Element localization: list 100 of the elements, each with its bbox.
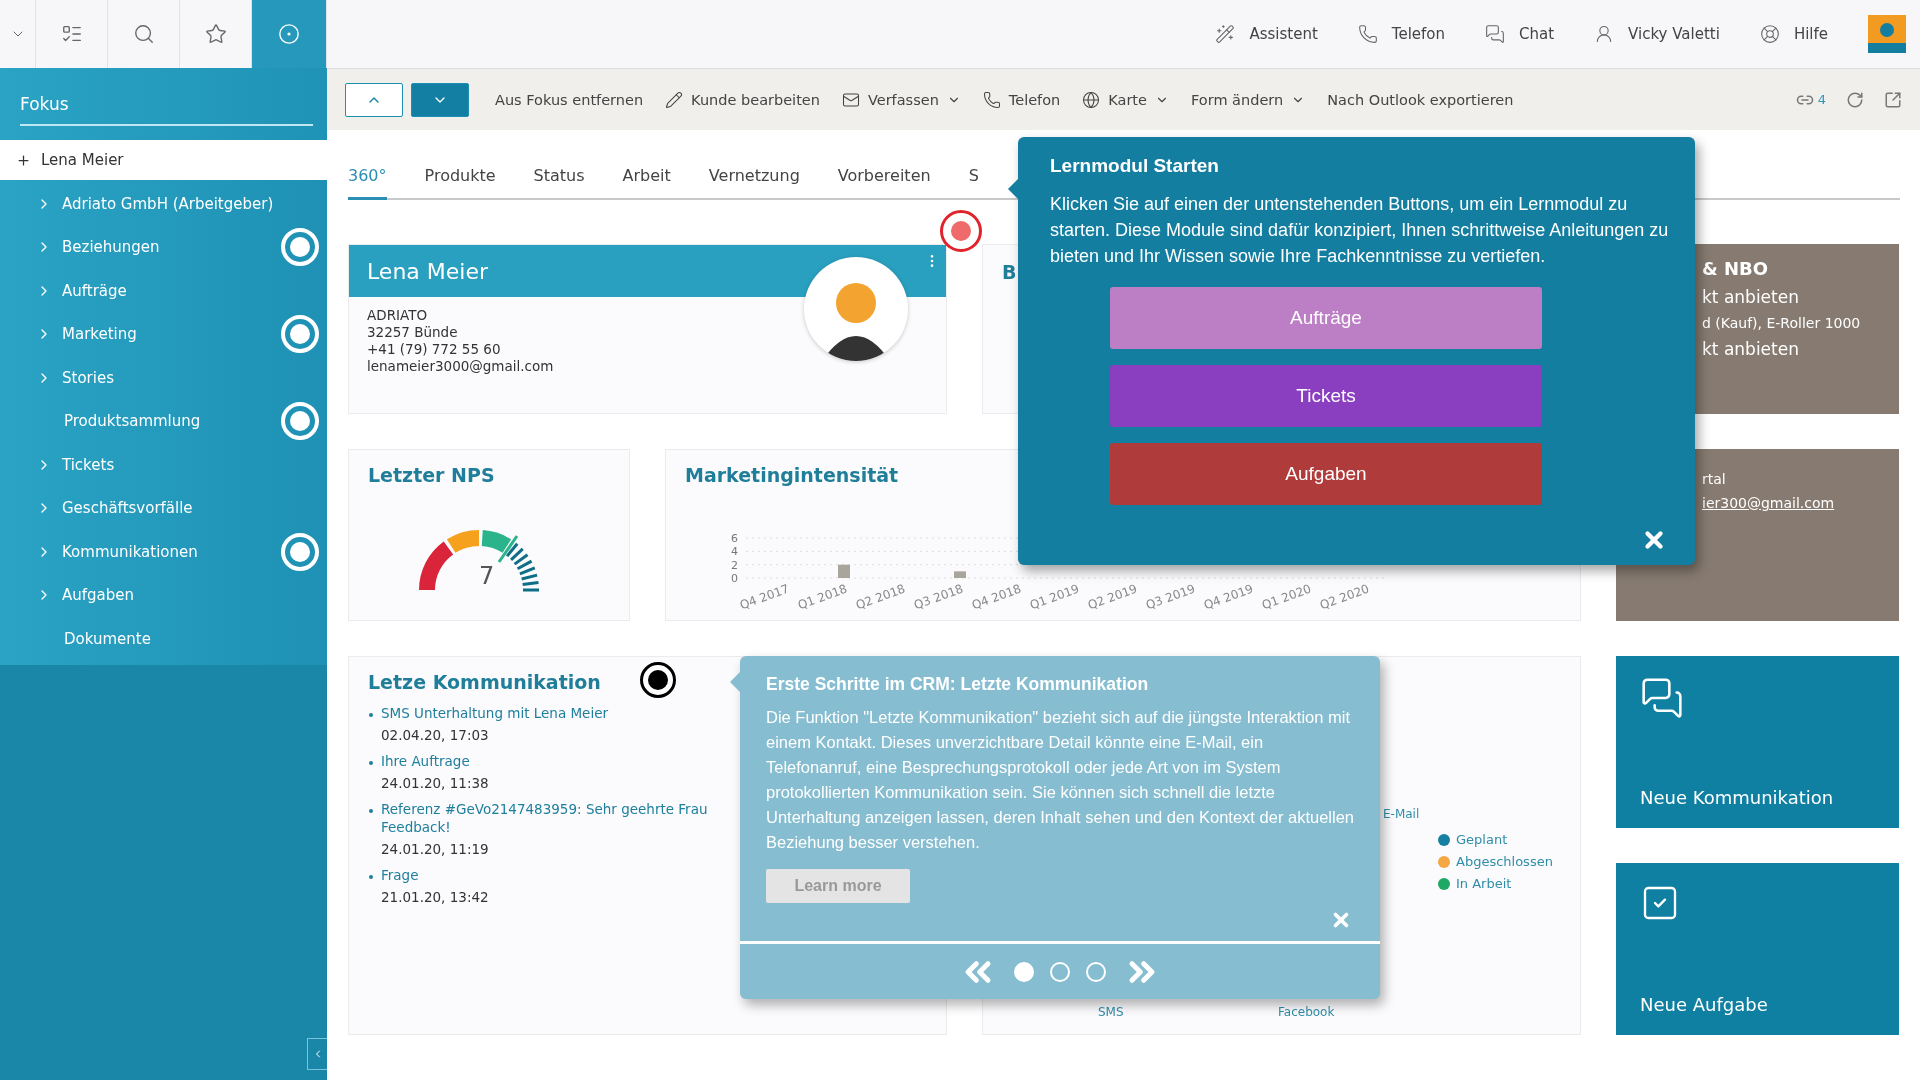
collapse-button[interactable] [307,1038,327,1070]
sidebar-item[interactable]: Produktsammlung [0,399,327,443]
previous-button[interactable] [345,82,403,117]
phone-icon [1357,24,1378,44]
tab[interactable]: Arbeit [622,166,671,200]
star-icon [204,23,227,45]
target-marker-icon[interactable] [281,532,319,571]
communication-link[interactable]: Frage [369,867,419,883]
contact-detail: lenameier3000@gmail.com [367,358,555,374]
plus-icon [16,152,31,168]
sidebar-item[interactable]: Beziehungen [0,225,327,269]
toolbar-action[interactable]: Telefon [982,90,1061,109]
x-tick-label: Q4 2019 [1201,581,1256,613]
toolbar-action[interactable]: Verfassen [841,90,961,109]
step-dot[interactable] [1014,961,1034,982]
x-tick-label: Q1 2019 [1027,581,1082,613]
legend-item: In Arbeit [1438,876,1553,891]
communication-date: 21.01.20, 13:42 [381,889,489,905]
module-button[interactable]: Tickets [1110,365,1542,427]
topbar-link[interactable]: Assistent [1215,24,1318,44]
topbar-link[interactable]: Hilfe [1759,24,1828,44]
card-title: Marketingintensität [684,463,899,486]
toolbar-action[interactable]: Aus Fokus entfernen [495,91,644,108]
module-button[interactable]: Aufgaben [1110,443,1542,505]
communication-link[interactable]: Referenz #GeVo2147483959: Sehr geehrte Frau [369,801,708,817]
y-tick-label: 0 [731,572,738,585]
card-title: Letzter NPS [367,463,495,486]
quick-action-tile[interactable]: Neue Aufgabe [1616,863,1899,1035]
card-title: Letze Kommunikation [367,670,601,693]
toolbar-action[interactable]: Nach Outlook exportieren [1327,91,1514,108]
sidebar-item[interactable]: Geschäftsvorfälle [0,486,327,530]
y-tick-label: 4 [731,545,738,559]
tab[interactable]: Vernetzung [708,166,800,200]
topbar-link[interactable]: Chat [1485,24,1555,44]
quick-action-tile[interactable]: Neue Kommunikation [1616,656,1899,828]
sidebar-item[interactable]: Aufgaben [0,573,327,617]
sidebar-item[interactable]: Aufträge [0,269,327,313]
axis-label: SMS [1098,1005,1124,1019]
sidebar-item[interactable]: Marketing [0,312,327,356]
tab[interactable]: S [968,166,979,200]
target-icon [278,23,300,45]
toolbar-action[interactable]: Form ändern [1191,91,1306,108]
email-link[interactable]: ier300@gmail.com [1702,495,1889,511]
communication-link[interactable]: Ihre Auftrage [369,753,470,769]
target-marker-icon[interactable] [281,315,319,354]
toolbar-action[interactable]: Karte [1082,90,1169,109]
card-title: B [1001,260,1017,283]
offer-text: kt anbieten [1702,339,1800,359]
sidebar-item[interactable]: Stories [0,356,327,400]
lifebuoy-icon [1759,24,1780,44]
nps-value: 7 [479,562,495,590]
section-title: Fokus [20,94,313,126]
sidebar-item[interactable]: Tickets [0,443,327,487]
tab[interactable]: 360° [348,166,387,200]
popup-text: Klicken Sie auf einen der untenstehenden Buttons, um ein Lernmodul zu starten. Diese Module sind dafür konzipiert, Ihnen schrittweise Anleitungen zu bieten und Ihr Wissen sowie Ihre Fachkenntnisse zu vertiefen. [1050,193,1670,268]
avatar-icon[interactable] [1868,15,1906,53]
tour-marker-icon[interactable] [940,210,982,252]
portal-text: rtal [1702,471,1727,487]
communication-date: 24.01.20, 11:38 [381,775,489,791]
module-button[interactable]: Aufträge [1110,287,1542,349]
phone-icon [982,90,1001,109]
target-marker-icon[interactable] [281,228,319,267]
contact-detail: +41 (79) 772 55 60 [367,341,502,357]
pencil-icon [665,90,684,109]
communication-link[interactable]: Feedback! [381,819,451,835]
axis-label: E-Mail [1383,807,1420,821]
globe-icon [1082,90,1101,109]
communication-date: 24.01.20, 11:19 [381,841,489,857]
communication-link[interactable]: SMS Unterhaltung mit Lena Meier [369,705,609,721]
x-tick-label: Q3 2018 [911,581,966,613]
tab[interactable]: Vorbereiten [837,166,931,200]
y-tick-label: 6 [731,532,738,545]
y-tick-label: 2 [731,558,738,572]
target-marker-icon[interactable] [281,402,319,441]
card-title: & NBO [1702,258,1770,279]
legend-item: Abgeschlossen [1438,854,1553,869]
next-button[interactable] [411,82,469,117]
toolbar-action[interactable]: Kunde bearbeiten [665,90,820,109]
refresh-icon[interactable] [1846,90,1864,109]
x-tick-label: Q4 2018 [969,581,1024,613]
offer-text: d (Kauf), E-Roller 1000 [1702,315,1862,331]
sidebar-item[interactable]: Dokumente [0,617,327,661]
pinned-contact[interactable]: Lena Meier [0,140,327,180]
share-icon[interactable] [1884,90,1902,109]
x-tick-label: Q4 2017 [737,581,792,613]
sidebar-item[interactable]: Kommunikationen [0,530,327,574]
step-dot[interactable] [1086,961,1106,982]
step-dot[interactable] [1050,961,1070,982]
offer-text: kt anbieten [1702,287,1800,307]
sidebar-item[interactable]: Adriato GmbH (Arbeitgeber) [0,182,327,226]
axis-label: Facebook [1278,1005,1335,1019]
topbar-link[interactable]: Vicky Valetti [1594,24,1720,44]
tab[interactable]: Produkte [424,166,496,200]
x-tick-label: Q2 2020 [1317,581,1372,613]
tab[interactable]: Status [533,166,585,200]
x-tick-label: Q1 2018 [795,581,850,613]
sidebar-tab[interactable] [252,0,327,68]
x-tick-label: Q1 2020 [1259,581,1314,613]
x-tick-label: Q2 2018 [853,581,908,613]
topbar-link[interactable]: Telefon [1357,24,1446,44]
